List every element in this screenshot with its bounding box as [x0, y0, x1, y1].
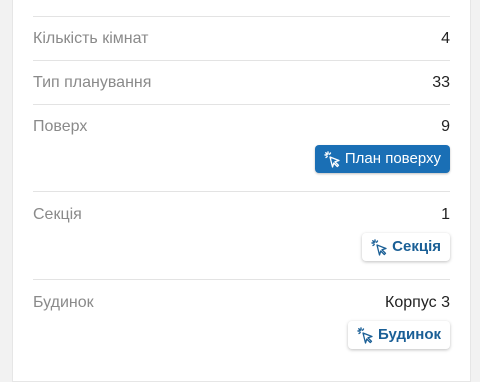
building-value: Корпус 3	[385, 294, 450, 311]
divider	[33, 279, 450, 280]
cursor-click-icon	[324, 151, 340, 168]
cursor-click-icon	[357, 327, 373, 344]
section-label: Секція	[33, 206, 82, 223]
building-button[interactable]: Будинок	[347, 321, 450, 349]
divider	[33, 16, 450, 17]
section-value: 1	[441, 206, 450, 223]
layout-type-value: 33	[432, 74, 450, 91]
cursor-click-icon	[371, 239, 387, 256]
section-button[interactable]: Секція	[362, 233, 450, 261]
apartment-details-card: Кількість кімнат 4 Тип планування 33 Пов…	[12, 0, 471, 382]
rooms-label: Кількість кімнат	[33, 30, 149, 47]
divider	[33, 191, 450, 192]
floor-plan-button[interactable]: План поверху	[314, 145, 450, 173]
floor-value: 9	[441, 118, 450, 135]
rooms-value: 4	[441, 30, 450, 47]
divider	[33, 60, 450, 61]
divider	[33, 104, 450, 105]
layout-type-label: Тип планування	[33, 74, 152, 91]
building-label: Будинок	[33, 294, 94, 311]
floor-plan-button-label: План поверху	[344, 150, 441, 167]
building-button-label: Будинок	[377, 326, 441, 343]
section-button-label: Секція	[392, 238, 441, 255]
floor-label: Поверх	[33, 118, 88, 135]
